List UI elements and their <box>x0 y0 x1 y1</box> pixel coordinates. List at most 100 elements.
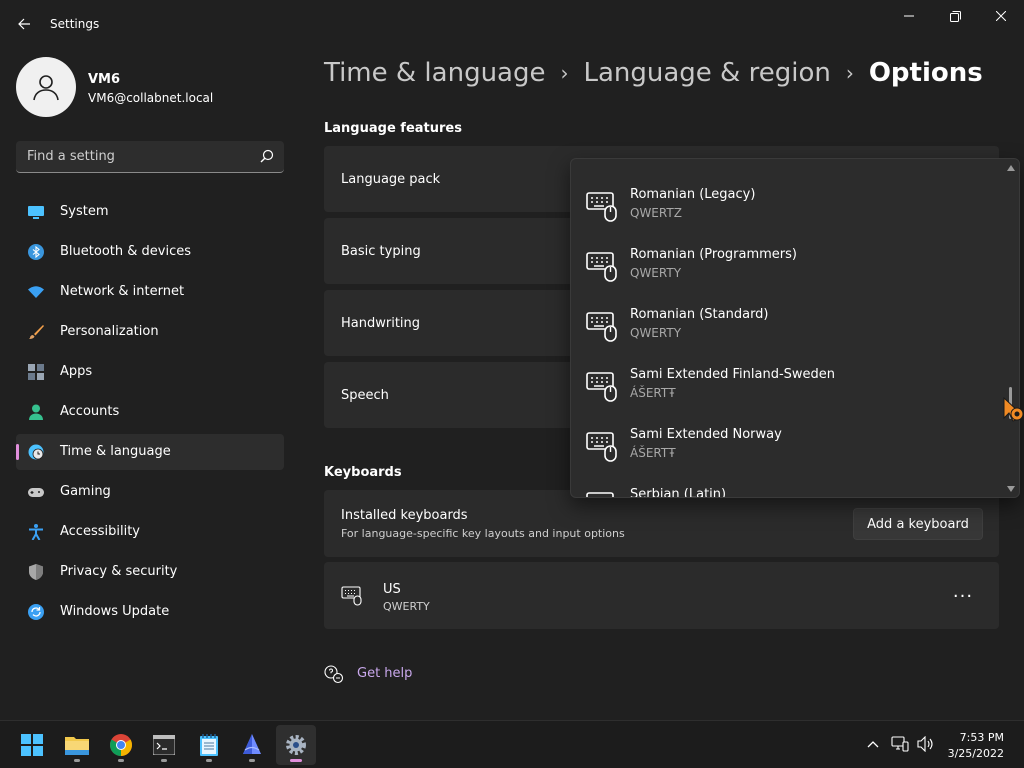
more-options-button[interactable]: ··· <box>947 585 979 607</box>
chevron-right-icon: › <box>845 61 854 85</box>
add-keyboard-button[interactable]: Add a keyboard <box>853 508 983 540</box>
sidebar-item-accessibility[interactable]: Accessibility <box>16 514 284 550</box>
sidebar-item-windows-update[interactable]: Windows Update <box>16 594 284 630</box>
search-placeholder: Find a setting <box>27 149 115 164</box>
update-icon <box>28 604 44 620</box>
running-indicator <box>206 759 212 762</box>
terminal-icon <box>153 735 175 755</box>
app-icon <box>243 734 261 754</box>
bluetooth-icon <box>28 244 44 260</box>
accounts-icon <box>29 404 43 420</box>
taskbar-chrome[interactable] <box>101 725 141 765</box>
clock-date: 3/25/2022 <box>947 747 1004 760</box>
wifi-icon <box>28 286 44 298</box>
keyboard-name: US <box>383 582 401 597</box>
running-indicator <box>74 759 80 762</box>
keyboard-option-layout: ÁŠERTŦ <box>630 386 676 400</box>
start-icon <box>21 734 43 756</box>
busy-cursor-icon <box>1003 397 1024 422</box>
keyboard-icon <box>586 312 617 342</box>
dropdown-scrollbar[interactable] <box>1003 159 1019 497</box>
chevron-up-icon <box>867 741 879 748</box>
sidebar-item-label: Apps <box>60 364 93 379</box>
sidebar-item-privacy[interactable]: Privacy & security <box>16 554 284 590</box>
taskbar-notepad[interactable] <box>189 725 229 765</box>
avatar <box>16 57 76 117</box>
restore-icon <box>949 10 961 22</box>
scroll-up-icon[interactable] <box>1006 163 1016 173</box>
keyboard-option-layout: QWERTZ <box>630 206 682 220</box>
taskbar: 7:53 PM 3/25/2022 <box>0 720 1024 768</box>
brush-icon <box>29 325 44 339</box>
start-button[interactable] <box>12 725 52 765</box>
search-icon <box>260 149 274 163</box>
sidebar-item-time-language[interactable]: Time & language <box>16 434 284 470</box>
sidebar-item-label: Windows Update <box>60 604 170 619</box>
app-title: Settings <box>50 17 100 31</box>
keyboard-option-name: Romanian (Programmers) <box>630 247 797 262</box>
accessibility-icon <box>29 524 43 540</box>
title-bar: Settings <box>0 0 1024 48</box>
keyboard-option-name: Sami Extended Norway <box>630 427 782 442</box>
volume-tray-button[interactable] <box>917 735 935 753</box>
keyboard-option-name: Sami Extended Finland-Sweden <box>630 367 836 382</box>
close-button[interactable] <box>978 0 1024 32</box>
breadcrumb-language-region[interactable]: Language & region <box>583 58 830 88</box>
show-hidden-icons-button[interactable] <box>864 735 882 753</box>
list-item[interactable]: Serbian (Latin) <box>571 482 1001 498</box>
keyboard-layout: QWERTY <box>383 600 430 613</box>
sidebar-item-accounts[interactable]: Accounts <box>16 394 284 430</box>
sidebar-item-bluetooth[interactable]: Bluetooth & devices <box>16 234 284 270</box>
list-item[interactable]: Romanian (Legacy) QWERTZ <box>571 182 1001 242</box>
network-tray-button[interactable] <box>891 735 909 753</box>
section-title-keyboards: Keyboards <box>324 465 402 480</box>
installed-keyboards-title: Installed keyboards <box>341 508 468 523</box>
feature-label: Basic typing <box>341 244 421 259</box>
scroll-down-icon[interactable] <box>1006 484 1016 494</box>
breadcrumb-time-language[interactable]: Time & language <box>324 58 545 88</box>
keyboard-icon <box>586 432 617 462</box>
running-indicator <box>249 759 255 762</box>
globe-clock-icon <box>28 444 44 460</box>
sidebar-item-network[interactable]: Network & internet <box>16 274 284 310</box>
settings-icon <box>286 735 306 755</box>
keyboard-layout-dropdown[interactable]: Romanian (Legacy) QWERTZ Romanian (Progr… <box>570 158 1020 498</box>
keyboard-option-layout: QWERTY <box>630 266 682 280</box>
taskbar-app[interactable] <box>232 725 272 765</box>
keyboard-option-name: Romanian (Standard) <box>630 307 769 322</box>
user-icon <box>33 75 59 101</box>
system-clock[interactable]: 7:53 PM 3/25/2022 <box>948 730 1004 762</box>
keyboard-icon <box>586 492 614 497</box>
notepad-icon <box>200 734 218 756</box>
gamepad-icon <box>28 488 44 497</box>
back-button[interactable] <box>10 10 38 38</box>
sidebar-item-apps[interactable]: Apps <box>16 354 284 390</box>
apps-icon <box>28 364 44 380</box>
taskbar-file-explorer[interactable] <box>57 725 97 765</box>
keyboard-option-name: Serbian (Latin) <box>630 487 727 498</box>
sidebar-item-gaming[interactable]: Gaming <box>16 474 284 510</box>
file-explorer-icon <box>65 737 89 755</box>
sidebar-item-label: Privacy & security <box>60 564 178 579</box>
list-item[interactable]: Romanian (Programmers) QWERTY <box>571 242 1001 302</box>
system-icon <box>28 206 44 219</box>
list-item[interactable]: Romanian (Standard) QWERTY <box>571 302 1001 362</box>
keyboard-icon <box>586 252 617 282</box>
taskbar-terminal[interactable] <box>144 725 184 765</box>
minimize-button[interactable] <box>886 0 932 32</box>
maximize-button[interactable] <box>932 0 978 32</box>
close-icon <box>996 11 1006 21</box>
list-item[interactable]: Sami Extended Norway ÁŠERTŦ <box>571 422 1001 482</box>
taskbar-settings[interactable] <box>276 725 316 765</box>
feature-label: Language pack <box>341 172 441 187</box>
minimize-icon <box>904 15 914 17</box>
keyboard-us-row[interactable]: US QWERTY ··· <box>324 562 999 629</box>
feature-label: Handwriting <box>341 316 421 331</box>
list-item[interactable]: Sami Extended Finland-Sweden ÁŠERTŦ <box>571 362 1001 422</box>
sidebar-item-personalization[interactable]: Personalization <box>16 314 284 350</box>
sidebar-item-system[interactable]: System <box>16 194 284 230</box>
sidebar-item-label: Gaming <box>60 484 111 499</box>
user-email: VM6@collabnet.local <box>88 91 214 105</box>
search-input[interactable]: Find a setting <box>16 141 284 173</box>
sidebar-item-label: Accounts <box>60 404 120 419</box>
